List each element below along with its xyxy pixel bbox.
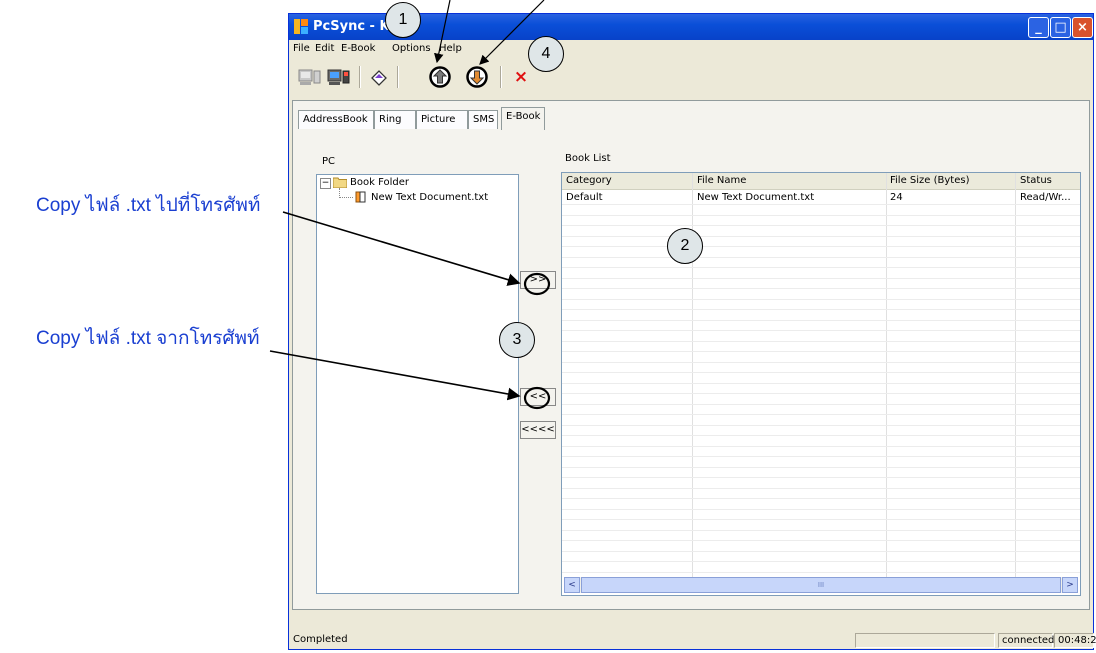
annotation-copy-from-phone: Copy ไฟล์ .txt จากโทรศัพท์ bbox=[36, 328, 260, 349]
annotation-marker-4: 4 bbox=[528, 36, 564, 72]
annotation-arrow bbox=[269, 350, 521, 401]
annotation-marker-2: 2 bbox=[667, 228, 703, 264]
annotation-marker-1: 1 bbox=[385, 2, 421, 38]
annotation-copy-to-phone: Copy ไฟล์ .txt ไปที่โทรศัพท์ bbox=[36, 195, 261, 216]
annotation-arrow bbox=[434, 0, 451, 64]
highlight-ring bbox=[523, 386, 551, 410]
annotation-marker-3: 3 bbox=[499, 322, 535, 358]
annotation-arrow bbox=[282, 211, 521, 286]
highlight-ring bbox=[523, 272, 551, 296]
